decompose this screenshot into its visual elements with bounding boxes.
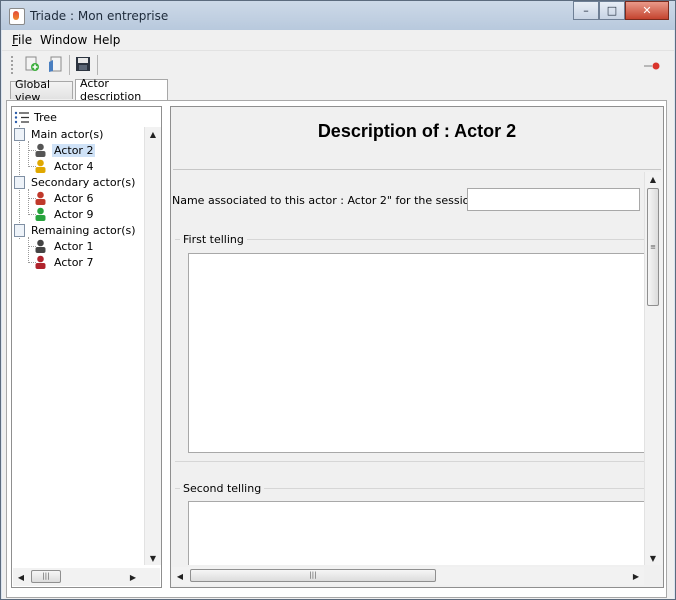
tree-group-secondary[interactable]: Secondary actor(s)	[14, 174, 137, 190]
tab-global-view[interactable]: Global view	[10, 78, 73, 104]
app-window: Triade : Mon entreprise – □ ✕ File Windo…	[0, 0, 676, 600]
book-icon	[14, 175, 25, 189]
tree-item-actor-2[interactable]: Actor 2	[34, 142, 96, 158]
scroll-right-icon[interactable]: ▶	[628, 569, 644, 583]
tree-item-actor-9[interactable]: Actor 9	[34, 206, 95, 222]
java-app-icon	[9, 8, 25, 25]
tab-actor-description[interactable]: Actor description	[75, 77, 168, 103]
tree-vertical-scrollbar[interactable]: ▲ ▼	[144, 127, 161, 565]
tree-item-actor-7[interactable]: Actor 7	[34, 254, 95, 270]
tree-item-label: Actor 2	[52, 143, 96, 157]
tree-item-label: Actor 4	[54, 159, 94, 173]
tree-group-main[interactable]: Main actor(s)	[14, 126, 105, 142]
connection-icon	[644, 62, 660, 70]
toolbar-separator	[97, 55, 98, 75]
new-button[interactable]	[23, 55, 41, 73]
tree-group-label: Remaining actor(s)	[31, 223, 136, 237]
person-icon	[35, 255, 46, 269]
menu-file[interactable]: File	[12, 33, 32, 47]
person-icon	[35, 191, 46, 205]
scroll-down-icon[interactable]: ▼	[145, 551, 161, 565]
tree-guide	[28, 141, 29, 165]
scroll-up-icon[interactable]: ▲	[645, 172, 661, 186]
title-bar: Triade : Mon entreprise – □ ✕	[1, 1, 675, 30]
tree-panel: Tree Main actor(s) Actor 2 Actor 4 Secon…	[11, 106, 162, 588]
scroll-right-icon[interactable]: ▶	[125, 570, 141, 584]
divider	[173, 169, 661, 170]
tree-icon	[14, 111, 29, 123]
close-icon: ✕	[642, 4, 652, 17]
person-icon	[35, 143, 46, 157]
tree-item-label: Actor 1	[54, 239, 94, 253]
person-icon	[35, 239, 46, 253]
scroll-thumb[interactable]: ≡	[647, 188, 659, 306]
second-telling-textarea[interactable]	[188, 501, 645, 565]
tree-guide	[28, 189, 29, 213]
scroll-left-icon[interactable]: ◀	[172, 569, 188, 583]
description-panel: Description of : Actor 2 Name associated…	[170, 106, 664, 588]
second-telling-legend: Second telling	[180, 482, 265, 495]
menu-help[interactable]: Help	[93, 33, 120, 47]
tree-horizontal-scrollbar[interactable]: ◀ ||| ▶	[13, 568, 160, 586]
open-icon	[49, 56, 62, 72]
scroll-left-icon[interactable]: ◀	[13, 570, 29, 584]
toolbar-grip[interactable]	[11, 56, 16, 74]
window-title: Triade : Mon entreprise	[30, 9, 169, 23]
scroll-up-icon[interactable]: ▲	[145, 127, 161, 141]
description-vertical-scrollbar[interactable]: ▲ ≡ ▼	[644, 172, 662, 565]
session-name-input[interactable]	[467, 188, 640, 211]
tree-group-label: Secondary actor(s)	[31, 175, 136, 189]
toolbar-separator	[69, 55, 70, 75]
close-button[interactable]: ✕	[625, 1, 669, 20]
open-button[interactable]	[47, 55, 65, 73]
description-scroll-area: Name associated to this actor : Actor 2"…	[172, 172, 645, 565]
save-button[interactable]	[74, 55, 92, 73]
minimize-icon: –	[583, 4, 589, 17]
book-icon	[14, 223, 25, 237]
tree-item-actor-1[interactable]: Actor 1	[34, 238, 95, 254]
tree-guide	[28, 237, 29, 261]
menu-bar: File Window Help	[2, 30, 674, 50]
session-name-label: Name associated to this actor : Actor 2"…	[172, 194, 484, 207]
scroll-down-icon[interactable]: ▼	[645, 551, 661, 565]
description-title: Description of : Actor 2	[317, 121, 517, 141]
scroll-thumb[interactable]: |||	[190, 569, 436, 582]
window-controls: – □ ✕	[573, 1, 669, 20]
tree-root-label: Tree	[34, 110, 57, 124]
person-icon	[35, 207, 46, 221]
minimize-button[interactable]: –	[573, 1, 599, 20]
tree-group-label: Main actor(s)	[31, 127, 104, 141]
menu-window[interactable]: Window	[40, 33, 87, 47]
first-telling-legend: First telling	[180, 233, 247, 246]
tree-item-label: Actor 7	[54, 255, 94, 269]
tabs-area: Global view Actor description Tree Main …	[2, 77, 674, 599]
tree-item-label: Actor 9	[54, 207, 94, 221]
tab-panel: Tree Main actor(s) Actor 2 Actor 4 Secon…	[6, 100, 667, 598]
group-divider	[175, 461, 645, 465]
tree-item-actor-4[interactable]: Actor 4	[34, 158, 95, 174]
maximize-button[interactable]: □	[599, 1, 625, 20]
tree-item-label: Actor 6	[54, 191, 94, 205]
scroll-thumb[interactable]: |||	[31, 570, 61, 583]
new-icon	[25, 56, 39, 71]
tree-item-actor-6[interactable]: Actor 6	[34, 190, 95, 206]
maximize-icon: □	[606, 4, 618, 17]
save-icon	[76, 57, 90, 71]
book-icon	[14, 127, 25, 141]
first-telling-textarea[interactable]	[188, 253, 645, 453]
toolbar	[2, 50, 674, 80]
tree-root[interactable]: Tree	[14, 109, 59, 125]
person-icon	[35, 159, 46, 173]
description-horizontal-scrollbar[interactable]: ◀ ||| ▶	[172, 567, 644, 585]
tree-group-remaining[interactable]: Remaining actor(s)	[14, 222, 138, 238]
